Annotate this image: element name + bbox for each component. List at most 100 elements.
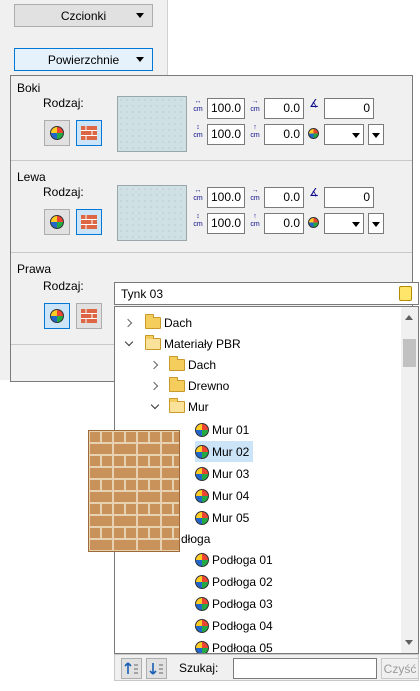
surfaces-label: Powierzchnie xyxy=(47,52,120,67)
offset-y-field[interactable]: 0.0 xyxy=(264,213,304,234)
angle-icon: ∡ xyxy=(309,187,319,199)
chevron-down-icon[interactable] xyxy=(150,400,161,412)
collapse-tree-icon xyxy=(149,663,163,675)
tree-item-selected[interactable]: Mur 02 xyxy=(195,441,254,462)
folder-icon xyxy=(169,376,185,392)
angle-field[interactable]: 0 xyxy=(324,187,374,208)
tree-item[interactable]: Podłoga 05 xyxy=(195,637,273,654)
material-type-button[interactable] xyxy=(44,303,70,329)
folder-open-icon xyxy=(145,334,161,350)
angle-icon: ∡ xyxy=(309,98,319,110)
width-icon: ↔ cm xyxy=(193,98,203,113)
search-input[interactable] xyxy=(233,658,377,679)
chevron-right-icon[interactable] xyxy=(149,381,161,391)
tree-item[interactable]: Dach xyxy=(123,312,193,333)
tree-item-label: Dach xyxy=(188,357,217,372)
expand-tree-icon xyxy=(124,662,138,674)
bulb-icon[interactable] xyxy=(399,286,412,301)
material-icon xyxy=(195,422,209,437)
brick-icon xyxy=(81,126,97,140)
material-icon xyxy=(195,444,209,459)
tree-item-label: Mur 03 xyxy=(212,466,250,481)
divider xyxy=(11,252,412,253)
material-icon xyxy=(50,126,64,140)
collapse-all-button[interactable] xyxy=(146,658,167,679)
search-label: Szukaj: xyxy=(179,661,219,675)
texture-type-button[interactable] xyxy=(76,120,102,146)
vertical-scrollbar[interactable] xyxy=(401,307,418,653)
tree-item[interactable]: Mur 01 xyxy=(195,419,249,440)
offset-x-field[interactable]: 0.0 xyxy=(264,98,304,119)
material-icon xyxy=(195,574,209,589)
rodzaj-label: Rodzaj: xyxy=(43,185,84,199)
scroll-down-icon[interactable] xyxy=(405,640,413,645)
tree-item[interactable]: Mur xyxy=(150,396,209,417)
tree-item[interactable]: Drewno xyxy=(149,375,229,396)
tree-item-label: dłoga xyxy=(181,531,211,546)
tree-item-label: Mur 01 xyxy=(212,422,250,437)
width-field[interactable]: 100.0 xyxy=(207,98,245,119)
texture-type-button[interactable] xyxy=(76,209,102,235)
width-field[interactable]: 100.0 xyxy=(207,187,245,208)
material-type-button[interactable] xyxy=(44,120,70,146)
chevron-down-icon xyxy=(349,125,363,144)
tree-item[interactable]: Materiały PBR xyxy=(124,333,241,354)
tree-item-label: Podłoga 03 xyxy=(212,596,273,611)
tree-item-label: Podłoga 01 xyxy=(212,552,273,567)
chevron-down-icon xyxy=(136,13,144,18)
color-options-dropdown[interactable] xyxy=(368,124,384,145)
rodzaj-label: Rodzaj: xyxy=(43,279,84,293)
height-field[interactable]: 100.0 xyxy=(207,124,245,145)
chevron-down-icon xyxy=(136,57,144,62)
tree-item-label: Mur 02 xyxy=(212,444,250,459)
material-icon xyxy=(50,309,64,323)
tree-item-label: Podłoga 05 xyxy=(212,640,273,654)
offset-y-field[interactable]: 0.0 xyxy=(264,124,304,145)
fonts-dropdown-button[interactable]: Czcionki xyxy=(14,4,153,27)
folder-icon xyxy=(145,313,161,329)
tree-item[interactable]: Mur 05 xyxy=(195,507,249,528)
chevron-right-icon[interactable] xyxy=(123,318,135,328)
material-icon xyxy=(195,640,209,653)
width-icon: ↔ cm xyxy=(193,187,203,202)
search-bar: Szukaj: Czyść xyxy=(114,654,419,681)
scroll-thumb[interactable] xyxy=(403,339,416,367)
tree-item-label: Dach xyxy=(164,315,193,330)
folder-icon xyxy=(169,355,185,371)
offset-x-field[interactable]: 0.0 xyxy=(264,187,304,208)
divider xyxy=(11,160,412,161)
texture-type-button[interactable] xyxy=(76,303,102,329)
material-type-button[interactable] xyxy=(44,209,70,235)
angle-field[interactable]: 0 xyxy=(324,98,374,119)
tree-item[interactable]: Mur 04 xyxy=(195,485,249,506)
tree-item-label: Materiały PBR xyxy=(164,336,241,351)
section-title-boki: Boki xyxy=(17,81,41,95)
tree-item[interactable]: Podłoga 01 xyxy=(195,549,273,570)
tree-item[interactable]: Podłoga 04 xyxy=(195,615,273,636)
color-picker[interactable] xyxy=(324,213,364,234)
tree-item[interactable]: Dach xyxy=(149,354,217,375)
tree-item[interactable]: Mur 03 xyxy=(195,463,249,484)
chevron-down-icon[interactable] xyxy=(124,337,135,349)
chevron-right-icon[interactable] xyxy=(149,360,161,370)
rodzaj-label: Rodzaj: xyxy=(43,96,84,110)
tree-item[interactable]: Podłoga 03 xyxy=(195,593,273,614)
folder-open-icon xyxy=(169,397,185,413)
color-wheel-icon xyxy=(308,128,319,139)
expand-all-button[interactable] xyxy=(121,658,142,679)
offset-x-icon: → cm xyxy=(250,98,260,113)
material-icon xyxy=(50,215,64,229)
clear-button[interactable]: Czyść xyxy=(381,658,419,679)
color-options-dropdown[interactable] xyxy=(368,213,384,234)
material-icon xyxy=(195,618,209,633)
surfaces-dropdown-button[interactable]: Powierzchnie xyxy=(14,48,153,71)
color-picker[interactable] xyxy=(324,124,364,145)
section-title-prawa: Prawa xyxy=(17,262,52,276)
tree-item[interactable]: Podłoga 02 xyxy=(195,571,273,592)
tree-item[interactable]: dłoga xyxy=(181,528,210,549)
material-icon xyxy=(195,552,209,567)
height-field[interactable]: 100.0 xyxy=(207,213,245,234)
scroll-up-icon[interactable] xyxy=(405,315,413,320)
section-title-lewa: Lewa xyxy=(17,170,46,184)
material-combo[interactable]: Tynk 03 xyxy=(114,282,419,305)
